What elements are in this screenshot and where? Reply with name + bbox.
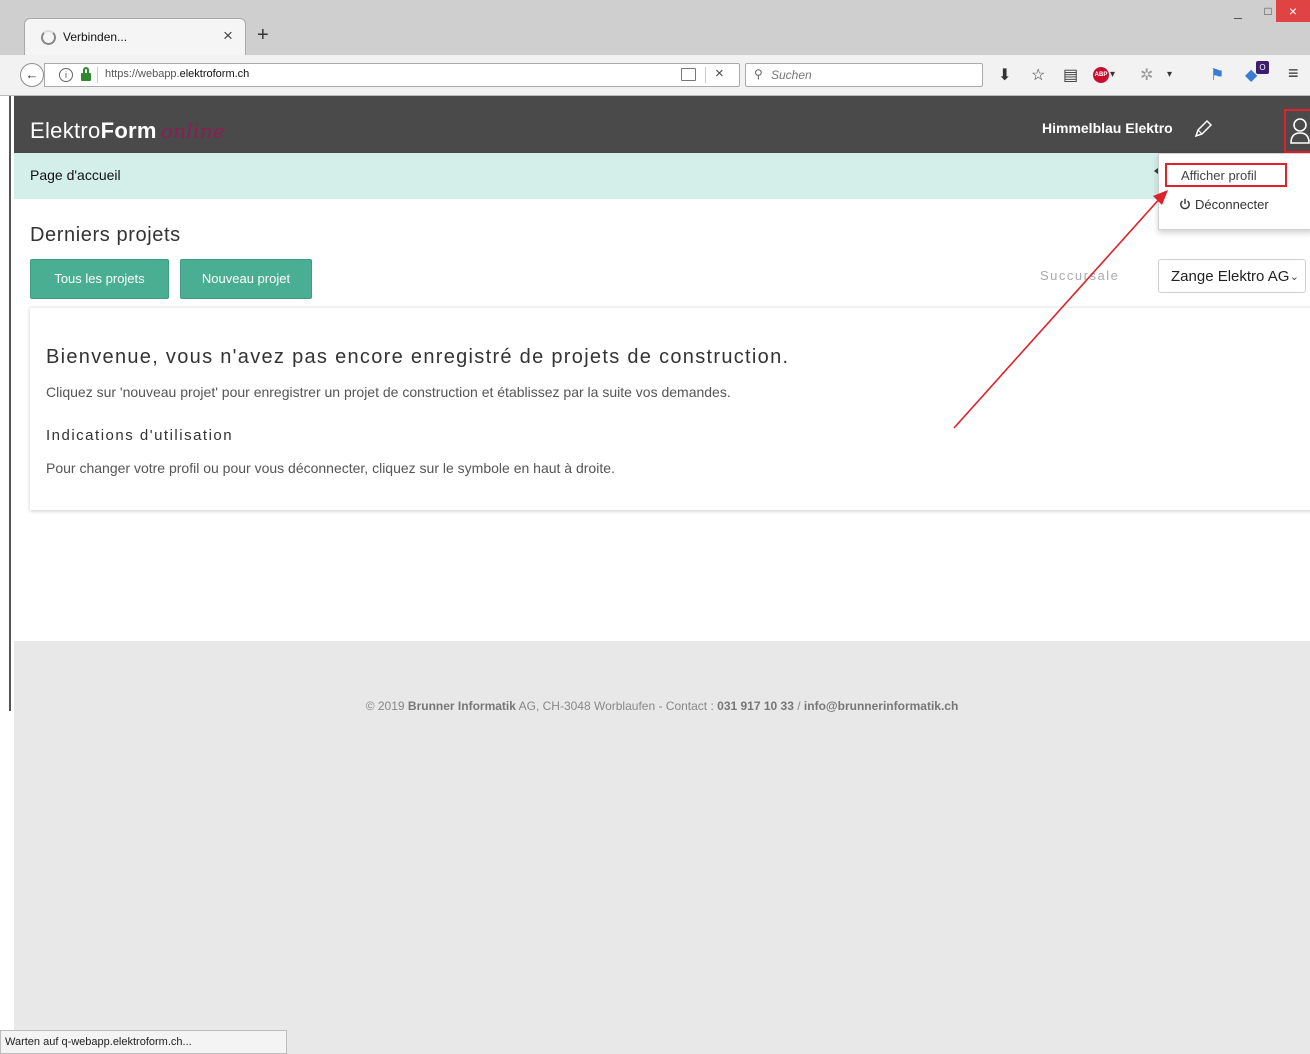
stop-loading-icon[interactable]: × <box>715 65 724 82</box>
url-bar[interactable]: i https://webapp.elektroform.ch × <box>44 63 740 87</box>
reader-view-icon[interactable] <box>681 68 696 81</box>
menu-item-logout[interactable]: Déconnecter <box>1179 197 1269 212</box>
power-icon <box>1180 198 1190 210</box>
adblock-dropdown-icon[interactable]: ▾ <box>1110 69 1115 80</box>
page-viewport: ElektroForm online Himmelblau Elektro Pag… <box>14 96 1310 1030</box>
user-dropdown-menu: Afficher profil Déconnecter <box>1154 153 1310 230</box>
loading-spinner-icon <box>41 30 56 45</box>
footer: © 2019 Brunner Informatik AG, CH-3048 Wo… <box>365 699 959 713</box>
menu-item-show-profile[interactable]: Afficher profil <box>1165 163 1287 187</box>
brand-logo[interactable]: ElektroForm online <box>30 118 225 144</box>
logout-label: Déconnecter <box>1195 197 1269 212</box>
breadcrumb[interactable]: Page d'accueil <box>30 167 121 183</box>
footer-company: Brunner Informatik <box>407 699 516 713</box>
site-info-icon[interactable]: i <box>59 68 73 82</box>
browser-titlebar: Verbinden... × + _ □ × <box>0 0 1310 56</box>
bookmark-star-icon[interactable]: ☆ <box>1031 65 1045 85</box>
footer-phone: 031 917 10 33 <box>717 699 794 713</box>
company-name: Himmelblau Elektro <box>1042 120 1173 136</box>
dropdown-caret <box>1154 168 1158 174</box>
browser-tab[interactable]: Verbinden... × <box>24 18 246 56</box>
left-rail <box>0 96 15 1030</box>
usage-text: Pour changer votre profil ou pour vous d… <box>46 460 615 476</box>
menu-icon[interactable]: ≡ <box>1288 63 1299 84</box>
welcome-title: Bienvenue, vous n'avez pas encore enregi… <box>46 346 790 368</box>
usage-title: Indications d'utilisation <box>46 427 234 444</box>
search-input[interactable]: ⚲ Suchen <box>745 63 983 87</box>
status-bar: Warten auf q-webapp.elektroform.ch... <box>0 1030 287 1054</box>
back-button[interactable]: ← <box>20 63 44 87</box>
extension-badge: O <box>1256 61 1269 74</box>
all-projects-button[interactable]: Tous les projets <box>30 259 169 299</box>
app-header: ElektroForm online Himmelblau Elektro <box>14 96 1310 153</box>
new-project-button[interactable]: Nouveau projet <box>180 259 312 299</box>
browser-navbar: ← i https://webapp.elektroform.ch × ⚲ Su… <box>0 55 1310 96</box>
main-content: Derniers projets Tous les projets Nouvea… <box>14 199 1310 713</box>
user-icon <box>1290 118 1310 144</box>
breadcrumb-bar: Page d'accueil <box>14 153 1310 199</box>
close-window-button[interactable]: × <box>1276 0 1310 22</box>
extension-icon[interactable]: ⚑ <box>1210 65 1224 85</box>
user-menu-button[interactable] <box>1284 109 1310 153</box>
tab-close-icon[interactable]: × <box>223 26 233 46</box>
status-text: Warten auf q-webapp.elektroform.ch... <box>5 1036 192 1048</box>
extension-icon[interactable]: ✲ <box>1140 65 1153 85</box>
url-text[interactable]: https://webapp.elektroform.ch <box>105 68 249 80</box>
footer-email[interactable]: info@brunnerinformatik.ch <box>804 699 958 713</box>
tab-title: Verbinden... <box>63 30 128 44</box>
branch-select[interactable]: Zange Elektro AG ⌄ <box>1158 259 1306 293</box>
search-placeholder: Suchen <box>771 68 812 82</box>
search-icon: ⚲ <box>754 67 763 81</box>
pencil-icon[interactable] <box>1192 118 1214 140</box>
adblock-icon[interactable]: ABP <box>1093 67 1109 83</box>
chevron-down-icon: ⌄ <box>1289 271 1299 283</box>
download-icon[interactable]: ⬇ <box>998 65 1011 85</box>
welcome-card: Bienvenue, vous n'avez pas encore enregi… <box>30 307 1310 510</box>
branch-label: Succursale <box>1040 268 1120 283</box>
branch-value: Zange Elektro AG <box>1171 268 1290 285</box>
lock-icon <box>81 67 91 81</box>
extension-dropdown-icon[interactable]: ▾ <box>1167 69 1172 80</box>
page-title: Derniers projets <box>30 224 181 246</box>
minimize-button[interactable]: _ <box>1222 0 1254 22</box>
new-tab-button[interactable]: + <box>257 24 269 47</box>
welcome-text: Cliquez sur 'nouveau projet' pour enregi… <box>46 384 731 400</box>
reading-list-icon[interactable]: ▤ <box>1063 65 1078 85</box>
